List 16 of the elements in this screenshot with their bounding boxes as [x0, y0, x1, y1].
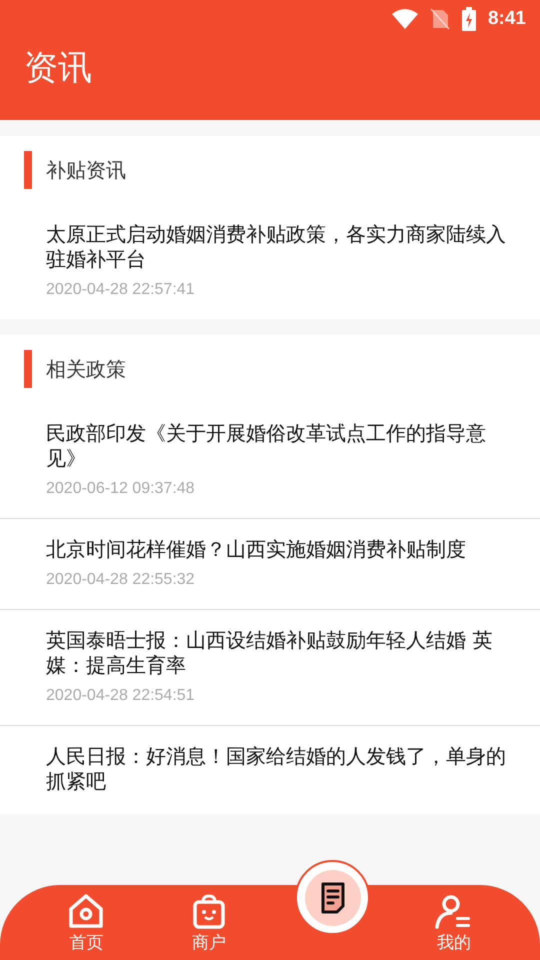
article-title[interactable]: 民政部印发《关于开展婚俗改革试点工作的指导意见》 [46, 421, 516, 471]
nav-tab[interactable]: 首页 [67, 893, 106, 954]
article-date: 2020-04-28 22:54:51 [46, 687, 196, 705]
section-title: 相关政策 [46, 356, 126, 382]
article-date: 2020-04-28 22:55:32 [46, 571, 196, 589]
status-time: 8:41 [488, 8, 526, 30]
article-title[interactable]: 人民日报：好消息！国家给结婚的人发钱了，单身的抓紧吧 [46, 744, 516, 794]
article-title[interactable]: 太原正式启动婚姻消费补贴政策，各实力商家陆续入驻婚补平台 [46, 222, 516, 272]
section-title: 补贴资讯 [46, 156, 126, 184]
article-title[interactable]: 北京时间花样催婚？山西实施婚姻消费补贴制度 [46, 537, 516, 562]
article-date: 2020-04-28 22:57:41 [46, 281, 196, 299]
nav-tab[interactable]: 我的 [434, 893, 474, 954]
page-title: 资讯 [24, 48, 92, 89]
article-title[interactable]: 英国泰晤士报：山西设结婚补贴鼓励年轻人结婚 英媒：提高生育率 [46, 628, 516, 678]
nav-tab[interactable]: 商户 [192, 893, 226, 954]
article-date: 2020-06-12 09:37:48 [46, 480, 196, 498]
